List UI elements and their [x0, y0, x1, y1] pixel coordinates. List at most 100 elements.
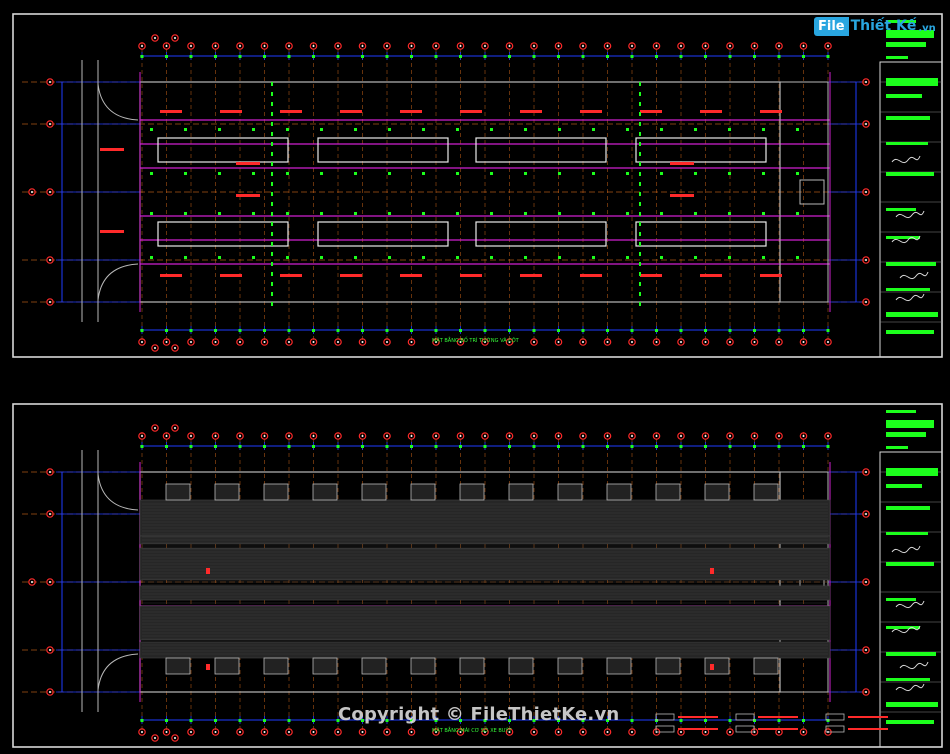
axis-dash-green	[271, 262, 273, 266]
red-annotation	[520, 110, 542, 113]
legend-line	[758, 716, 798, 718]
logo-part-2: Thiết Kế	[850, 18, 917, 34]
roof-tab	[557, 657, 583, 675]
logo-part-1: File	[814, 16, 849, 36]
column-marker-dot	[865, 513, 867, 515]
column-marker-dot	[361, 435, 364, 437]
column-dot	[422, 256, 425, 259]
dimension-tick-mark	[728, 445, 732, 448]
dimension-tick-mark	[312, 329, 315, 332]
column-marker-dot	[655, 341, 658, 343]
column-marker-dot	[557, 731, 560, 733]
column-marker-dot	[337, 45, 339, 47]
roof-panel	[139, 499, 831, 537]
dimension-tick-mark	[630, 445, 634, 448]
dimension-tick-mark	[508, 329, 511, 332]
column-dot	[354, 128, 357, 131]
roof-tab	[753, 483, 779, 501]
column-marker-dot	[827, 341, 829, 343]
roof-tab	[655, 483, 681, 501]
axis-dash-green	[271, 292, 273, 296]
dimension-tick-mark	[802, 445, 805, 448]
column-marker-dot	[865, 259, 867, 261]
dimension-tick-mark	[802, 329, 805, 332]
platform-block	[157, 221, 289, 247]
dimension-tick-mark	[826, 55, 830, 58]
column-marker-dot	[865, 691, 867, 693]
column-marker-dot	[141, 45, 143, 47]
legend-line	[848, 716, 888, 718]
column-dot	[184, 212, 187, 215]
dimension-tick-mark	[483, 445, 487, 448]
dimension-tick-mark	[753, 329, 756, 332]
axis-dash-green	[271, 212, 273, 216]
dimension-tick-mark	[826, 329, 830, 332]
axis-dash-green	[271, 122, 273, 126]
dimension-tick-mark	[777, 329, 781, 332]
column-dot	[762, 212, 765, 215]
axis-dash-green	[271, 232, 273, 236]
column-dot	[286, 212, 289, 215]
column-marker-dot	[239, 45, 241, 47]
dimension-tick-mark	[287, 719, 291, 722]
axis-dash-green	[639, 192, 641, 196]
column-marker-dot	[557, 435, 560, 437]
column-marker-dot	[386, 45, 388, 47]
column-dot	[728, 128, 731, 131]
column-marker-dot	[263, 435, 266, 437]
column-marker-dot	[484, 45, 486, 47]
column-dot	[286, 256, 289, 259]
axis-dash-green	[271, 272, 273, 276]
title-block-text	[886, 678, 930, 681]
dimension-tick-mark	[214, 329, 217, 332]
dimension-tick-mark	[165, 55, 168, 58]
column-marker-dot	[386, 731, 388, 733]
dimension-tick-mark	[312, 719, 315, 722]
red-annotation	[236, 162, 260, 165]
red-annotation	[400, 110, 422, 113]
column-marker-dot	[239, 341, 241, 343]
axis-dash-green	[639, 222, 641, 226]
column-marker-dot	[288, 341, 290, 343]
title-block-text	[886, 78, 938, 86]
dimension-tick-mark	[238, 719, 242, 722]
dimension-tick-mark	[777, 445, 781, 448]
column-marker-dot	[214, 341, 217, 343]
column-dot	[558, 128, 561, 131]
axis-dash-green	[639, 262, 641, 266]
roof-tab	[410, 483, 436, 501]
dimension-tick-mark	[165, 719, 168, 722]
column-dot	[728, 212, 731, 215]
dimension-tick-mark	[263, 55, 266, 58]
column-marker-dot	[827, 45, 829, 47]
dimension-tick-mark	[287, 445, 291, 448]
axis-dash-green	[639, 212, 641, 216]
column-marker-dot	[141, 341, 143, 343]
axis-dash-green	[639, 122, 641, 126]
column-marker-dot	[174, 737, 176, 739]
axis-dash-green	[639, 252, 641, 256]
dimension-tick-mark	[165, 329, 168, 332]
dimension-tick-mark	[704, 55, 707, 58]
dimension-tick-mark	[606, 445, 609, 448]
column-marker-dot	[165, 435, 168, 437]
title-block-text	[886, 116, 930, 120]
column-marker-dot	[606, 731, 609, 733]
dimension-tick-mark	[459, 329, 462, 332]
column-marker-dot	[312, 435, 315, 437]
axis-dash-green	[271, 302, 273, 306]
column-marker-dot	[865, 81, 867, 83]
dimension-tick-mark	[581, 55, 585, 58]
column-marker-dot	[141, 731, 143, 733]
axis-dash-green	[271, 112, 273, 116]
axis-dash-green	[639, 92, 641, 96]
column-dot	[218, 212, 221, 215]
column-dot	[558, 256, 561, 259]
column-dot	[694, 256, 697, 259]
column-dot	[286, 128, 289, 131]
dimension-tick-mark	[679, 445, 683, 448]
column-marker-dot	[753, 435, 756, 437]
dimension-tick-mark	[263, 719, 266, 722]
axis-dash-green	[639, 242, 641, 246]
roof-tab	[655, 657, 681, 675]
